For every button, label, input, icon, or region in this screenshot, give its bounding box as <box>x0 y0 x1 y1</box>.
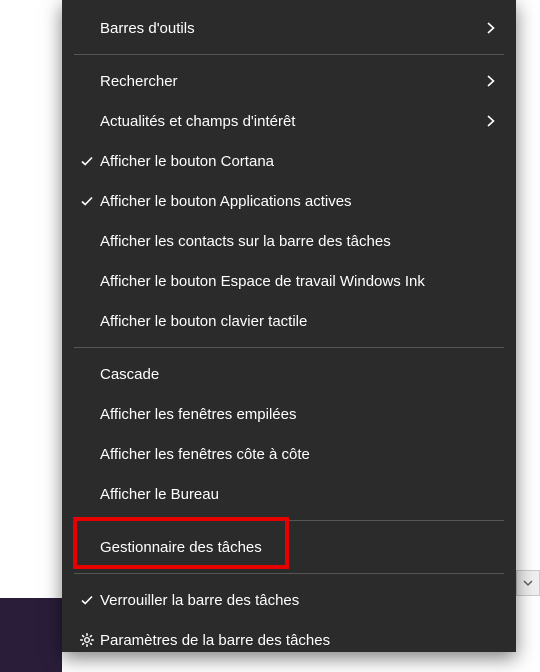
menu-item-label: Afficher le Bureau <box>100 486 482 503</box>
menu-item-arrow-slot <box>482 73 500 89</box>
menu-separator <box>74 347 504 348</box>
chevron-right-icon <box>486 20 496 36</box>
menu-item-actualites-et-champs-d-interet[interactable]: Actualités et champs d'intérêt <box>62 101 516 141</box>
menu-item-afficher-les-fenetres-empilees[interactable]: Afficher les fenêtres empilées <box>62 394 516 434</box>
menu-item-label: Actualités et champs d'intérêt <box>100 113 482 130</box>
chevron-right-icon <box>486 113 496 129</box>
menu-item-arrow-slot <box>482 113 500 129</box>
menu-item-afficher-le-bouton-cortana[interactable]: Afficher le bouton Cortana <box>62 141 516 181</box>
desktop-background <box>0 598 62 672</box>
menu-item-icon-slot <box>74 153 100 169</box>
menu-item-afficher-les-fenetres-cote-a-cote[interactable]: Afficher les fenêtres côte à côte <box>62 434 516 474</box>
menu-item-parametres-de-la-barre-des-taches[interactable]: Paramètres de la barre des tâches <box>62 620 516 660</box>
menu-separator <box>74 520 504 521</box>
menu-item-verrouiller-la-barre-des-taches[interactable]: Verrouiller la barre des tâches <box>62 580 516 620</box>
menu-item-cascade[interactable]: Cascade <box>62 354 516 394</box>
chevron-right-icon <box>486 73 496 89</box>
menu-item-afficher-le-bouton-clavier-tactile[interactable]: Afficher le bouton clavier tactile <box>62 301 516 341</box>
menu-item-label: Barres d'outils <box>100 20 482 37</box>
menu-item-label: Paramètres de la barre des tâches <box>100 632 482 649</box>
menu-item-arrow-slot <box>482 20 500 36</box>
menu-item-gestionnaire-des-taches[interactable]: Gestionnaire des tâches <box>62 527 516 567</box>
menu-item-rechercher[interactable]: Rechercher <box>62 61 516 101</box>
menu-item-icon-slot <box>74 193 100 209</box>
taskbar-context-menu: Barres d'outils Rechercher Actualités et c… <box>62 0 516 652</box>
menu-item-afficher-le-bureau[interactable]: Afficher le Bureau <box>62 474 516 514</box>
menu-separator <box>74 573 504 574</box>
chevron-down-icon <box>523 580 533 586</box>
scroll-dropdown-button[interactable] <box>516 570 540 596</box>
menu-item-afficher-le-bouton-espace-de-travail-windows-ink[interactable]: Afficher le bouton Espace de travail Win… <box>62 261 516 301</box>
menu-item-afficher-les-contacts-sur-la-barre-des-taches[interactable]: Afficher les contacts sur la barre des t… <box>62 221 516 261</box>
menu-item-label: Afficher le bouton clavier tactile <box>100 313 482 330</box>
menu-item-label: Afficher le bouton Applications actives <box>100 193 482 210</box>
menu-item-label: Afficher les fenêtres côte à côte <box>100 446 482 463</box>
gear-icon <box>79 632 95 648</box>
check-icon <box>79 193 95 209</box>
menu-item-barres-d-outils[interactable]: Barres d'outils <box>62 8 516 48</box>
menu-item-label: Rechercher <box>100 73 482 90</box>
menu-item-afficher-le-bouton-applications-actives[interactable]: Afficher le bouton Applications actives <box>62 181 516 221</box>
menu-item-icon-slot <box>74 592 100 608</box>
menu-item-label: Cascade <box>100 366 482 383</box>
menu-separator <box>74 54 504 55</box>
menu-item-label: Verrouiller la barre des tâches <box>100 592 482 609</box>
check-icon <box>79 153 95 169</box>
menu-item-label: Afficher le bouton Cortana <box>100 153 482 170</box>
menu-item-label: Afficher le bouton Espace de travail Win… <box>100 273 482 290</box>
menu-item-icon-slot <box>74 632 100 648</box>
check-icon <box>79 592 95 608</box>
menu-item-label: Gestionnaire des tâches <box>100 539 482 556</box>
menu-item-label: Afficher les contacts sur la barre des t… <box>100 233 482 250</box>
menu-item-label: Afficher les fenêtres empilées <box>100 406 482 423</box>
